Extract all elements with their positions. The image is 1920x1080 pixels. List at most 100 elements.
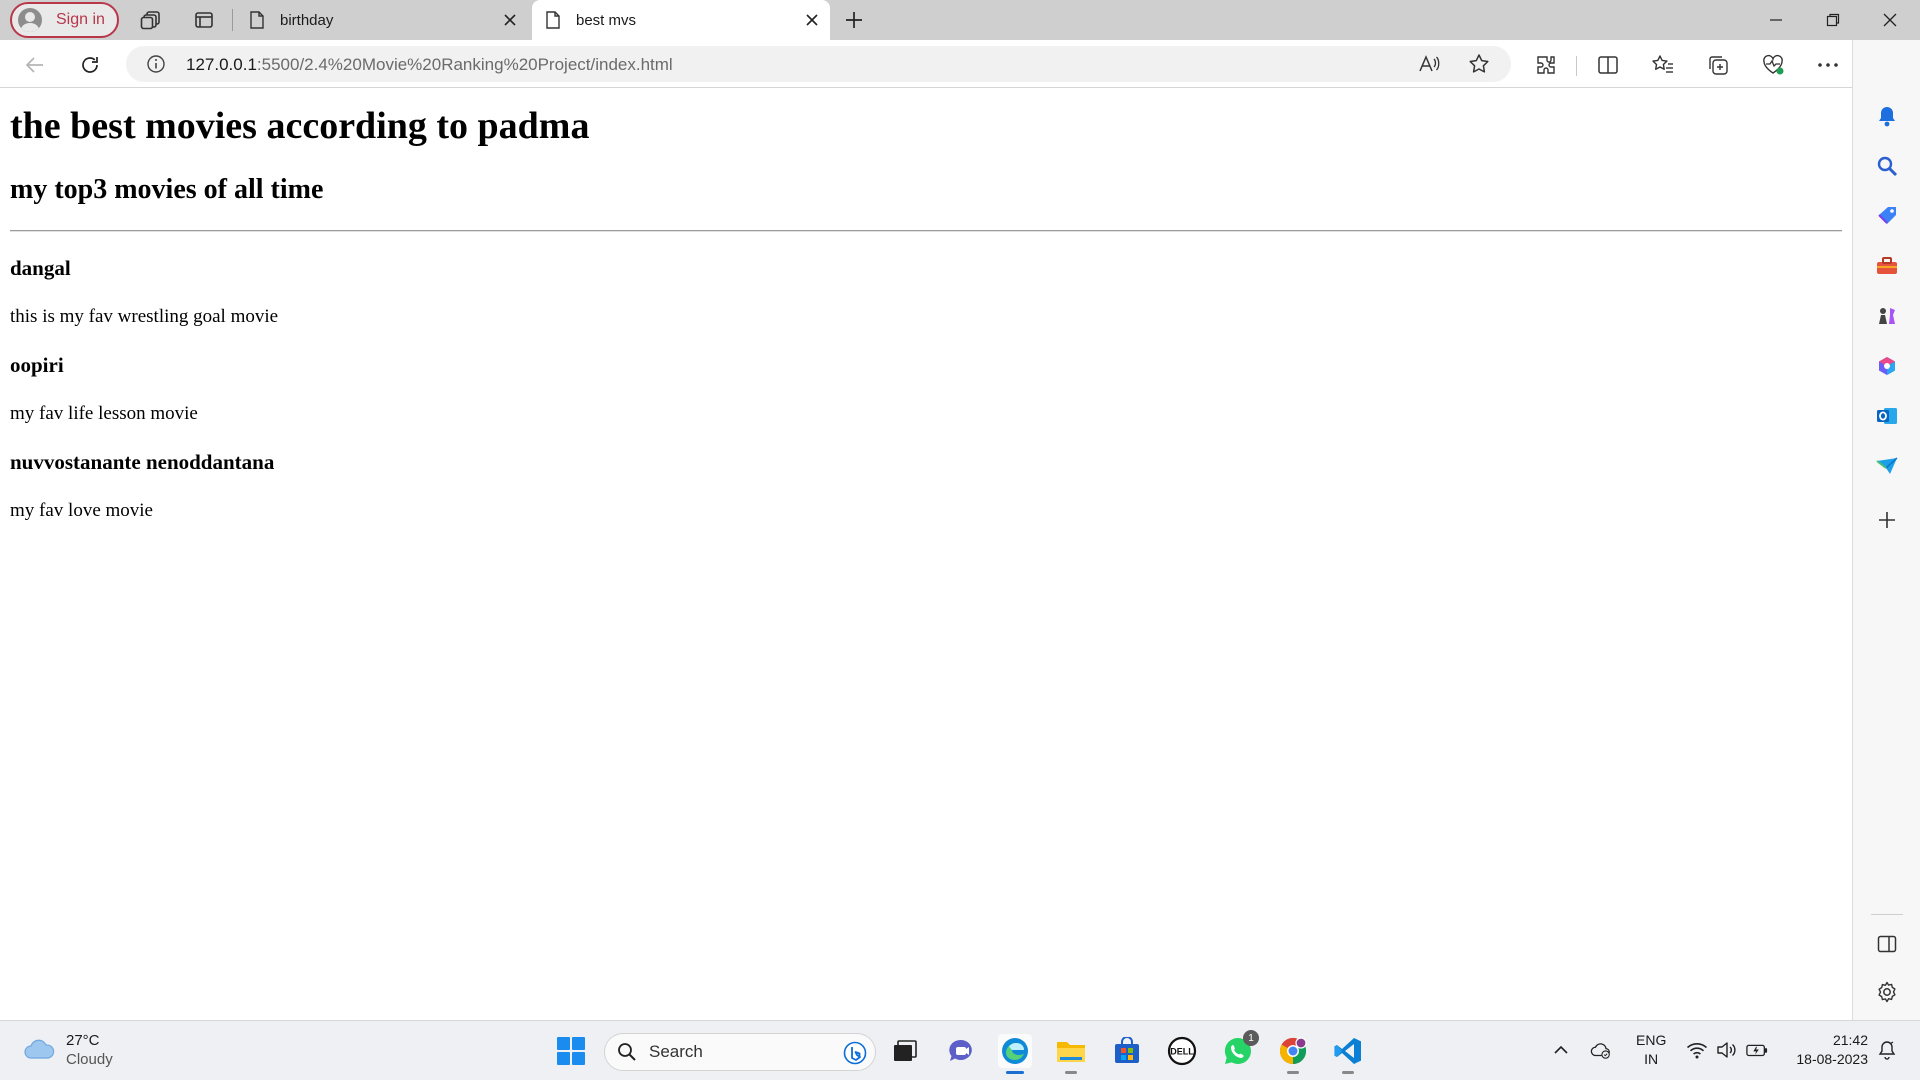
chrome-button[interactable] — [1276, 1034, 1310, 1074]
add-icon[interactable] — [1875, 508, 1899, 532]
movie-title: dangal — [10, 256, 71, 280]
back-arrow-icon — [25, 57, 43, 73]
language-line1: ENG — [1636, 1032, 1667, 1048]
file-explorer-button[interactable] — [1054, 1034, 1088, 1074]
info-icon[interactable] — [146, 54, 166, 74]
games-chess-icon[interactable] — [1875, 304, 1899, 328]
edge-icon — [1002, 1038, 1028, 1064]
store-bag-icon — [1115, 1037, 1139, 1063]
clock-time: 21:42 — [1832, 1032, 1868, 1048]
svg-text:DELL: DELL — [1170, 1047, 1194, 1057]
weather-widget[interactable]: 27°C Cloudy — [22, 1031, 113, 1069]
search-icon — [618, 1043, 636, 1061]
running-indicator — [1006, 1071, 1024, 1074]
system-clock[interactable]: 21:42 18-08-2023 — [1782, 1031, 1868, 1069]
notification-center-icon[interactable] — [1876, 1039, 1898, 1061]
tab-title: birthday — [280, 11, 334, 29]
tab-strip: Sign in birthday best mvs — [0, 0, 1920, 40]
favorite-star-icon[interactable] — [1466, 51, 1492, 77]
task-view-icon — [894, 1040, 917, 1061]
wifi-icon[interactable] — [1686, 1039, 1708, 1061]
web-page-content: the best movies according to padma my to… — [0, 88, 1852, 1020]
movie-description: my fav love movie — [10, 500, 153, 521]
bing-icon — [843, 1041, 867, 1065]
split-screen-icon[interactable] — [1595, 52, 1621, 78]
sign-in-button[interactable]: Sign in — [10, 2, 119, 38]
page-subheading: my top3 movies of all time — [10, 174, 324, 205]
microsoft-store-button[interactable] — [1110, 1034, 1144, 1068]
edge-taskbar-button[interactable] — [998, 1034, 1032, 1074]
teams-chat-button[interactable] — [944, 1034, 978, 1068]
refresh-button[interactable] — [77, 52, 103, 78]
vscode-icon — [1334, 1038, 1361, 1064]
read-aloud-icon[interactable] — [1416, 51, 1442, 77]
page-icon — [546, 11, 560, 29]
horizontal-rule — [10, 230, 1842, 232]
onedrive-cloud-icon[interactable] — [1590, 1039, 1612, 1061]
weather-temp: 27°C — [66, 1032, 100, 1049]
minimize-icon[interactable] — [1762, 6, 1790, 34]
address-bar[interactable]: 127.0.0.1:5500/2.4%20Movie%20Ranking%20P… — [126, 46, 1511, 82]
shopping-tag-icon[interactable] — [1875, 204, 1899, 228]
profile-avatar-icon — [18, 8, 42, 32]
movie-title: nuvvostanante nenoddantana — [10, 450, 275, 474]
sign-in-label: Sign in — [56, 11, 105, 28]
browser-toolbar: 127.0.0.1:5500/2.4%20Movie%20Ranking%20P… — [0, 40, 1920, 88]
sidebar-separator — [1871, 914, 1903, 915]
microsoft-365-icon[interactable] — [1875, 354, 1899, 378]
notifications-bell-icon[interactable] — [1875, 104, 1899, 128]
running-indicator — [1342, 1071, 1354, 1074]
taskbar-search[interactable]: Search — [604, 1033, 876, 1071]
favorites-icon[interactable] — [1650, 52, 1676, 78]
tab-birthday[interactable]: birthday — [236, 0, 528, 40]
toolbar-separator — [1576, 56, 1577, 76]
task-view-button[interactable] — [888, 1034, 922, 1068]
tools-toolbox-icon[interactable] — [1875, 254, 1899, 278]
restore-icon[interactable] — [1819, 6, 1847, 34]
hide-sidebar-icon[interactable] — [1875, 932, 1899, 956]
tab-title: best mvs — [576, 11, 637, 29]
windows-taskbar: 27°C Cloudy Search DELL 1 ENG IN 21:42 1… — [0, 1020, 1920, 1080]
dell-app-button[interactable]: DELL — [1165, 1034, 1199, 1068]
whatsapp-button[interactable]: 1 — [1221, 1030, 1259, 1068]
drop-send-icon[interactable] — [1875, 454, 1899, 478]
strip-separator — [232, 9, 233, 31]
url-text[interactable]: 127.0.0.1:5500/2.4%20Movie%20Ranking%20P… — [186, 55, 673, 75]
browser-essentials-icon[interactable] — [1760, 52, 1786, 78]
close-window-icon[interactable] — [1876, 6, 1904, 34]
outlook-icon[interactable] — [1875, 404, 1899, 428]
language-line2: IN — [1644, 1051, 1659, 1067]
search-label: Search — [649, 1042, 703, 1061]
refresh-icon — [82, 57, 98, 73]
tab-best-mvs[interactable]: best mvs — [532, 0, 830, 40]
page-heading: the best movies according to padma — [10, 105, 590, 147]
battery-icon[interactable] — [1746, 1039, 1768, 1061]
language-indicator[interactable]: ENG IN — [1636, 1031, 1666, 1069]
workspaces-icon[interactable] — [139, 8, 163, 32]
movie-title: oopiri — [10, 353, 64, 377]
collections-icon[interactable] — [1705, 52, 1731, 78]
settings-more-icon[interactable] — [1815, 52, 1841, 78]
movie-description: this is my fav wrestling goal movie — [10, 306, 279, 327]
search-icon[interactable] — [1875, 154, 1899, 178]
url-path: :5500/2.4%20Movie%20Ranking%20Project/in… — [256, 55, 673, 74]
cloud-icon — [24, 1039, 55, 1059]
weather-condition: Cloudy — [66, 1051, 113, 1068]
page-icon — [250, 11, 264, 29]
new-tab-icon[interactable] — [842, 8, 866, 32]
volume-icon[interactable] — [1716, 1039, 1738, 1061]
tab-actions-icon[interactable] — [192, 8, 216, 32]
vscode-button[interactable] — [1331, 1034, 1365, 1074]
chat-icon — [949, 1039, 972, 1061]
notification-badge: 1 — [1243, 1030, 1259, 1046]
extensions-icon[interactable] — [1533, 52, 1559, 78]
back-button[interactable] — [22, 52, 48, 78]
close-icon[interactable] — [804, 12, 820, 28]
movie-description: my fav life lesson movie — [10, 403, 198, 424]
close-icon[interactable] — [502, 12, 518, 28]
running-indicator — [1287, 1071, 1299, 1074]
url-host: 127.0.0.1 — [186, 55, 257, 74]
gear-icon[interactable] — [1875, 980, 1899, 1004]
start-button[interactable] — [554, 1034, 588, 1068]
show-hidden-icons-chevron-up-icon[interactable] — [1550, 1039, 1572, 1061]
